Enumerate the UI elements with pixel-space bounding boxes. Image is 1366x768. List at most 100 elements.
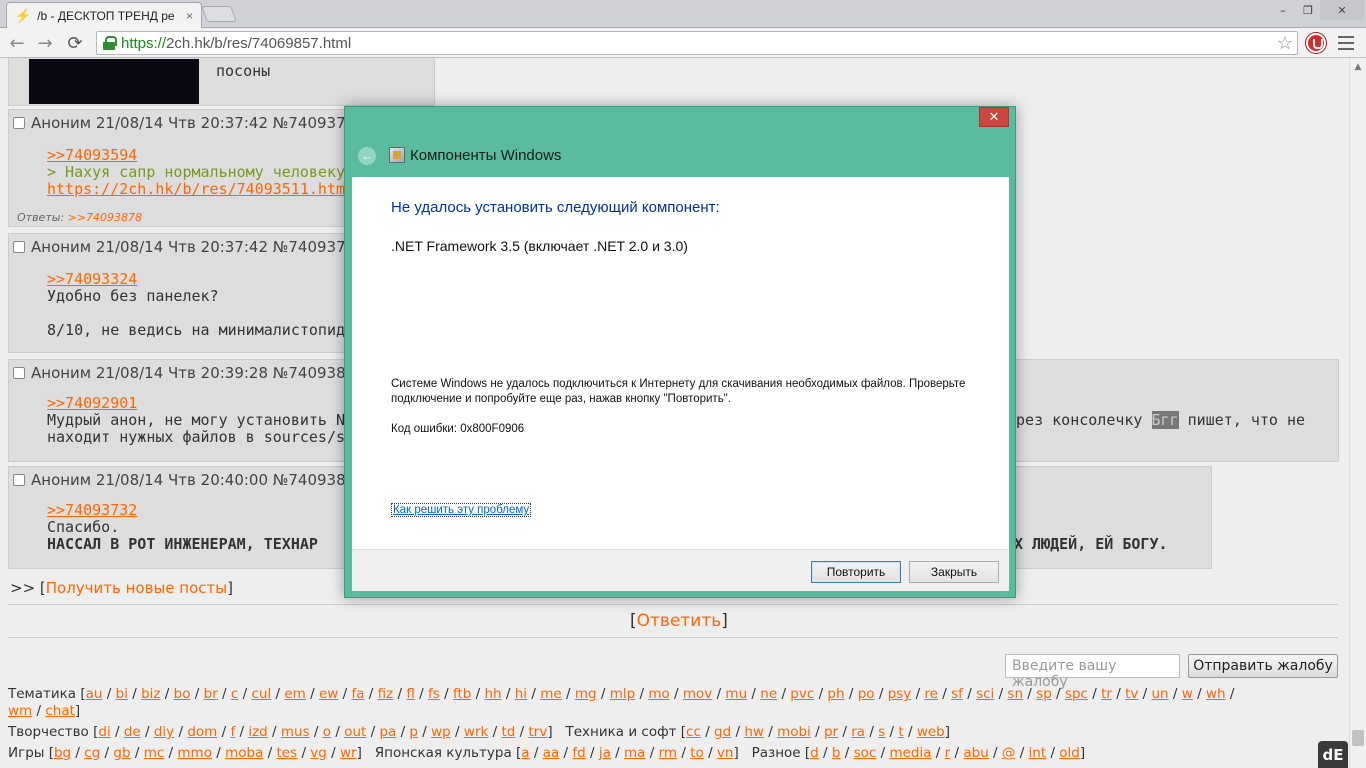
board-link-w[interactable]: w [1182, 686, 1193, 702]
bookmark-star-icon[interactable]: ☆ [1277, 33, 1293, 54]
board-link-bi[interactable]: bi [116, 686, 128, 702]
board-link-hi[interactable]: hi [515, 686, 527, 702]
board-link-bg[interactable]: bg [54, 745, 71, 761]
board-link-moba[interactable]: moba [225, 745, 263, 761]
board-link-biz[interactable]: biz [141, 686, 160, 702]
board-link-wh[interactable]: wh [1206, 686, 1226, 702]
board-link-vn[interactable]: vn [717, 745, 734, 761]
board-link-cul[interactable]: cul [251, 686, 271, 702]
board-link-fa[interactable]: fa [351, 686, 364, 702]
board-link-diy[interactable]: diy [154, 724, 174, 740]
close-button[interactable]: Закрыть [909, 561, 999, 583]
address-bar[interactable]: https:// 2ch.hk/b/res/74069857.html ☆ [96, 31, 1298, 55]
reply-link[interactable]: >>74092901 [47, 394, 137, 412]
board-link-pvc[interactable]: pvc [790, 686, 814, 702]
board-link-pr[interactable]: pr [824, 724, 838, 740]
scroll-up-icon[interactable]: ▲ [1353, 62, 1363, 72]
send-complaint-button[interactable]: Отправить жалобу [1188, 654, 1338, 678]
board-link-sci[interactable]: sci [976, 686, 994, 702]
dialog-back-icon[interactable]: ← [358, 147, 376, 165]
board-link-ftb[interactable]: ftb [453, 686, 471, 702]
board-link-wrk[interactable]: wrk [464, 724, 488, 740]
board-link-mu[interactable]: mu [725, 686, 747, 702]
board-link-wm[interactable]: wm [8, 703, 32, 719]
post-checkbox[interactable] [13, 117, 25, 129]
board-link-ph[interactable]: ph [827, 686, 844, 702]
board-link-tr[interactable]: tr [1101, 686, 1112, 702]
board-link-td[interactable]: td [501, 724, 515, 740]
board-link-ja[interactable]: ja [599, 745, 611, 761]
board-link-me[interactable]: me [540, 686, 561, 702]
board-link-pa[interactable]: pa [379, 724, 396, 740]
board-link-mmo[interactable]: mmo [177, 745, 212, 761]
back-arrow-icon[interactable]: ← [6, 32, 28, 54]
board-link-hw[interactable]: hw [744, 724, 764, 740]
board-link-cc[interactable]: cc [686, 724, 701, 740]
board-link-chat[interactable]: chat [45, 703, 75, 719]
complaint-input[interactable]: Введите вашу жалобу [1005, 654, 1180, 690]
board-link-re[interactable]: re [924, 686, 938, 702]
board-link-ra[interactable]: ra [851, 724, 865, 740]
get-new-posts-link[interactable]: Получить новые посты [46, 579, 227, 597]
new-tab-button[interactable] [201, 6, 237, 22]
window-minimize-button[interactable]: – [1270, 0, 1296, 20]
board-link-vg[interactable]: vg [310, 745, 327, 761]
tab-close-icon[interactable]: × [186, 9, 193, 23]
board-link-r[interactable]: r [945, 745, 951, 761]
post-checkbox[interactable] [13, 241, 25, 253]
board-link-t[interactable]: t [898, 724, 903, 740]
reply-ref-link[interactable]: >>74093878 [68, 211, 142, 224]
reply-link[interactable]: >>74093732 [47, 501, 137, 519]
board-link-trv[interactable]: trv [528, 724, 547, 740]
board-link-ma[interactable]: ma [624, 745, 645, 761]
board-link-fd[interactable]: fd [572, 745, 585, 761]
spoiler-text[interactable]: Бгг [1151, 411, 1179, 429]
board-link-to[interactable]: to [690, 745, 704, 761]
board-link-s[interactable]: s [878, 724, 885, 740]
board-link-mg[interactable]: mg [575, 686, 597, 702]
window-maximize-button[interactable]: ❐ [1296, 0, 1320, 20]
board-link-fl[interactable]: fl [406, 686, 415, 702]
board-link-d[interactable]: d [810, 745, 819, 761]
board-link-bo[interactable]: bo [174, 686, 191, 702]
board-link-out[interactable]: out [344, 724, 366, 740]
board-link-sp[interactable]: sp [1036, 686, 1052, 702]
board-link-abu[interactable]: abu [963, 745, 988, 761]
board-link-mc[interactable]: mc [144, 745, 165, 761]
board-link-gb[interactable]: gb [113, 745, 130, 761]
board-link-tes[interactable]: tes [277, 745, 298, 761]
retry-button[interactable]: Повторить [811, 561, 901, 583]
board-link-mobi[interactable]: mobi [777, 724, 811, 740]
post-checkbox[interactable] [13, 367, 25, 379]
board-link-int[interactable]: int [1029, 745, 1047, 761]
extension-power-icon[interactable] [1306, 33, 1326, 53]
board-link-ne[interactable]: ne [760, 686, 777, 702]
board-link-izd[interactable]: izd [248, 724, 267, 740]
board-link-cg[interactable]: cg [84, 745, 100, 761]
page-scrollbar[interactable]: ▲ [1349, 58, 1366, 768]
help-link[interactable]: Как решить эту проблему [391, 503, 532, 517]
board-link-wp[interactable]: wp [431, 724, 451, 740]
reply-button-link[interactable]: Ответить [637, 611, 722, 631]
board-link-di[interactable]: di [98, 724, 110, 740]
board-link-wr[interactable]: wr [340, 745, 357, 761]
reply-link[interactable]: >>74093594 [47, 146, 137, 164]
board-link-at[interactable]: @ [1002, 745, 1016, 761]
board-link-p[interactable]: p [409, 724, 418, 740]
scrollbar-thumb[interactable] [1352, 730, 1364, 746]
board-link-a[interactable]: a [521, 745, 529, 761]
board-link-mus[interactable]: mus [281, 724, 310, 740]
board-link-c[interactable]: c [231, 686, 238, 702]
board-link-web[interactable]: web [917, 724, 945, 740]
board-link-hh[interactable]: hh [484, 686, 501, 702]
app-overlay-icon[interactable]: dE [1318, 741, 1348, 768]
board-link-spc[interactable]: spc [1065, 686, 1088, 702]
reload-icon[interactable]: ⟳ [64, 32, 86, 54]
dialog-close-icon[interactable]: ✕ [979, 107, 1009, 127]
board-link-psy[interactable]: psy [888, 686, 912, 702]
board-link-mlp[interactable]: mlp [610, 686, 635, 702]
post-checkbox[interactable] [13, 474, 25, 486]
window-close-button[interactable]: ✕ [1320, 0, 1364, 20]
board-link-dom[interactable]: dom [187, 724, 217, 740]
board-link-fiz[interactable]: fiz [378, 686, 394, 702]
